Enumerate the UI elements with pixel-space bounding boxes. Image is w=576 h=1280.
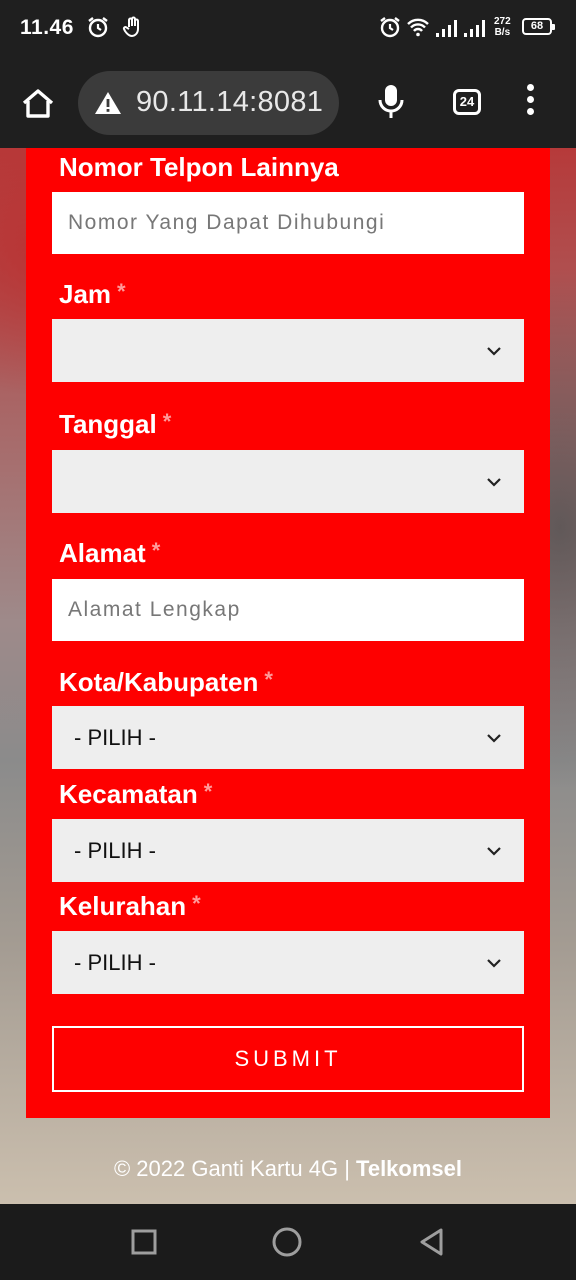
subdistrict-select-value: - PILIH - <box>74 949 156 975</box>
required-marker: * <box>192 891 201 916</box>
order-form: Nomor Telpon Lainnya Nomor Yang Dapat Di… <box>26 148 550 1118</box>
address-label: Alamat * <box>59 538 161 568</box>
chevron-down-icon <box>487 846 501 856</box>
wifi-icon <box>407 18 429 37</box>
required-marker: * <box>151 538 161 563</box>
hour-select[interactable] <box>52 319 524 382</box>
network-speed-value: 272 <box>494 16 511 27</box>
chevron-down-icon <box>487 958 501 968</box>
address-input[interactable]: Alamat Lengkap <box>52 579 524 641</box>
status-bar: 11.46 272 B/s 68 <box>0 0 576 58</box>
alarm-icon <box>88 17 108 38</box>
footer-brand: Telkomsel <box>356 1156 463 1181</box>
required-marker: * <box>203 779 213 804</box>
subdistrict-label: Kelurahan * <box>59 891 201 921</box>
city-label: Kota/Kabupaten * <box>59 667 273 697</box>
other-phone-input[interactable]: Nomor Yang Dapat Dihubungi <box>52 192 524 254</box>
required-marker: * <box>162 409 172 434</box>
not-secure-warning-icon[interactable] <box>94 90 122 116</box>
footer: © 2022 Ganti Kartu 4G | Telkomsel <box>0 1156 576 1182</box>
back-triangle-icon[interactable] <box>416 1226 448 1258</box>
signal-icon-2 <box>464 20 485 37</box>
home-circle-icon[interactable] <box>271 1226 303 1258</box>
status-time: 11.46 <box>20 16 74 39</box>
submit-button[interactable]: SUBMIT <box>52 1026 524 1092</box>
footer-copyright: © 2022 Ganti Kartu 4G | <box>113 1156 357 1181</box>
microphone-icon[interactable] <box>376 82 406 122</box>
district-label: Kecamatan * <box>59 779 213 809</box>
network-speed: 272 B/s <box>494 16 511 38</box>
hour-label: Jam * <box>59 279 126 309</box>
required-marker: * <box>117 279 126 304</box>
city-select-value: - PILIH - <box>74 724 156 750</box>
recent-apps-icon[interactable] <box>128 1226 160 1258</box>
network-speed-unit: B/s <box>494 27 511 38</box>
signal-icon-1 <box>436 20 457 37</box>
district-select-value: - PILIH - <box>74 837 156 863</box>
system-navigation-bar <box>0 1204 576 1280</box>
other-phone-placeholder: Nomor Yang Dapat Dihubungi <box>68 211 386 234</box>
required-marker: * <box>264 667 273 692</box>
district-select[interactable]: - PILIH - <box>52 819 524 882</box>
tab-switcher-button[interactable]: 24 <box>453 89 481 115</box>
date-label: Tanggal * <box>59 409 172 439</box>
alarm-icon-right <box>380 17 400 38</box>
more-options-icon[interactable] <box>518 84 542 124</box>
subdistrict-select[interactable]: - PILIH - <box>52 931 524 994</box>
date-select[interactable] <box>52 450 524 513</box>
home-icon[interactable] <box>18 84 58 124</box>
web-page: Nomor Telpon Lainnya Nomor Yang Dapat Di… <box>0 148 576 1204</box>
address-placeholder: Alamat Lengkap <box>68 598 241 621</box>
url-text[interactable]: 90.11.14:8081 <box>136 86 323 119</box>
battery-indicator: 68 <box>522 18 555 35</box>
other-phone-label: Nomor Telpon Lainnya <box>59 152 339 182</box>
city-select[interactable]: - PILIH - <box>52 706 524 769</box>
chevron-down-icon <box>487 733 501 743</box>
browser-toolbar: 90.11.14:8081 24 <box>0 58 576 148</box>
touch-icon <box>122 16 139 38</box>
chevron-down-icon <box>487 477 501 487</box>
chevron-down-icon <box>487 346 501 356</box>
address-bar[interactable]: 90.11.14:8081 <box>78 71 339 135</box>
